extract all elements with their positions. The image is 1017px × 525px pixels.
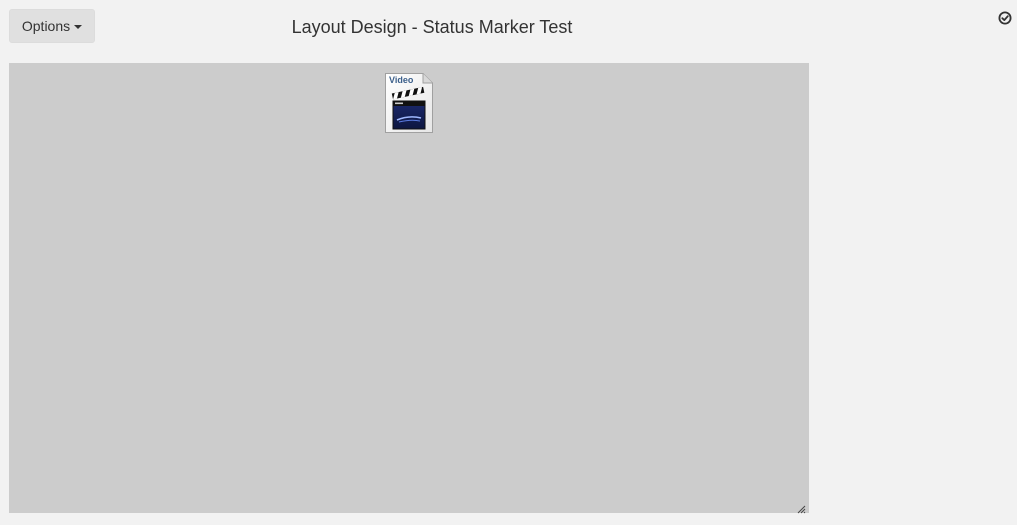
- media-type-label: Video: [389, 75, 414, 85]
- video-media-item[interactable]: Video: [385, 73, 435, 133]
- layout-canvas[interactable]: Video: [9, 63, 809, 514]
- resize-handle-icon[interactable]: [797, 501, 806, 514]
- check-circle-icon[interactable]: [998, 11, 1012, 25]
- page-title: Layout Design - Status Marker Test: [291, 17, 573, 37]
